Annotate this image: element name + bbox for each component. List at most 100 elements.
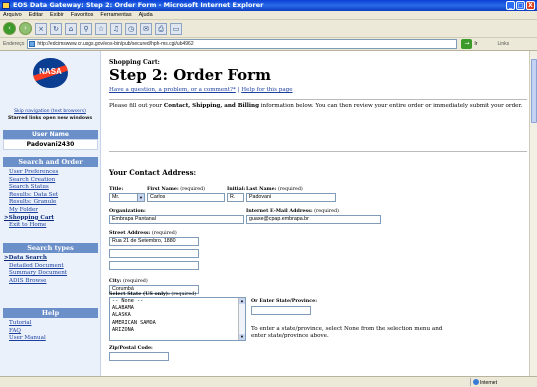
status-bar: Internet (0, 376, 537, 387)
first-name-label: First Name: (required) (147, 186, 205, 192)
status-zone: Internet (470, 378, 530, 386)
state-option[interactable]: ALASKA (112, 312, 245, 319)
first-name-field[interactable]: Carlos (147, 193, 225, 202)
page-icon (29, 41, 36, 47)
province-field[interactable] (251, 306, 311, 315)
state-option[interactable]: AMERICAN SAMOA (112, 320, 245, 327)
scrollbar-thumb[interactable] (531, 59, 537, 123)
go-button-label[interactable]: Ir (474, 41, 477, 47)
stop-icon[interactable]: × (35, 22, 47, 35)
street-line-3-field[interactable] (109, 261, 199, 270)
organization-label: Organization: (109, 208, 146, 214)
title-label-text: Title: (109, 186, 124, 192)
refresh-icon[interactable]: ↻ (50, 22, 62, 35)
menu-exibir[interactable]: Exibir (50, 11, 64, 19)
folder-icon[interactable]: ▭ (170, 22, 182, 35)
user-name-value: Padovani2430 (3, 139, 98, 150)
links-label[interactable]: Links (497, 41, 509, 47)
intro-text: Please fill out your Contact, Shipping, … (109, 103, 527, 110)
first-name-required: (required) (180, 187, 206, 192)
favorites-star-icon[interactable]: ☆ (95, 22, 107, 35)
go-arrow-icon[interactable]: → (461, 39, 473, 49)
window-title: EOS Data Gateway: Step 2: Order Form - M… (13, 1, 264, 9)
intro-post: information below. You can then review y… (258, 103, 523, 109)
province-note: To enter a state/province, select None f… (251, 326, 443, 340)
state-option[interactable]: ARIZONA (112, 327, 245, 334)
initial-label-text: Initial: (227, 186, 246, 192)
maximize-button[interactable]: □ (516, 1, 525, 10)
history-icon[interactable]: ◷ (125, 22, 137, 35)
street-line-2-field[interactable] (109, 249, 199, 258)
nav-my-folder[interactable]: My Folder (9, 207, 99, 215)
nav-detailed-document[interactable]: Detailed Document (9, 263, 99, 271)
last-name-required: (required) (278, 187, 303, 192)
organization-field[interactable]: Embrapa Pantanal (109, 215, 244, 224)
state-listbox[interactable]: -- None -- ALABAMA ALASKA AMERICAN SAMOA… (109, 297, 246, 341)
chevron-down-icon[interactable]: ▼ (137, 194, 144, 201)
skip-navigation-link[interactable]: Skip navigation (text browsers) (3, 109, 97, 115)
nav-summary-document[interactable]: Summary Document (9, 270, 99, 278)
zip-field[interactable] (109, 352, 169, 361)
nav-results-data-set[interactable]: Results: Data Set (9, 192, 99, 200)
listbox-scrollbar[interactable]: ▲ ▼ (238, 298, 245, 340)
nav-faq[interactable]: FAQ (9, 328, 99, 336)
page-scrollbar[interactable] (529, 51, 537, 376)
minimize-button[interactable]: _ (506, 1, 515, 10)
nav-tutorial[interactable]: Tutorial (9, 320, 99, 328)
window-controls: _ □ X (506, 1, 535, 10)
email-label: Internet E-Mail Address: (required) (246, 208, 339, 214)
window-title-bar: EOS Data Gateway: Step 2: Order Form - M… (0, 0, 537, 11)
main-content: Shopping Cart: Step 2: Order Form Have a… (109, 51, 529, 376)
url-text: http://edcimswww.cr.usgs.gov/eos-bin/pub… (37, 41, 194, 47)
intro-pre: Please fill out your (109, 103, 164, 109)
menu-ajuda[interactable]: Ajuda (139, 11, 153, 19)
page-viewport: NASA Skip navigation (text browsers) Sta… (0, 51, 529, 376)
nasa-logo: NASA (33, 58, 68, 88)
url-field[interactable]: http://edcimswww.cr.usgs.gov/eos-bin/pub… (27, 39, 458, 49)
state-option[interactable]: -- None -- (112, 298, 245, 305)
last-name-field[interactable]: Padovani (246, 193, 336, 202)
sidebar: NASA Skip navigation (text browsers) Sta… (0, 51, 101, 376)
state-option[interactable]: ALABAMA (112, 305, 245, 312)
initial-label: Initial: (227, 186, 245, 192)
email-field[interactable]: guaxe@cpap.embrapa.br (246, 215, 381, 224)
street-required: (required) (151, 231, 177, 236)
menu-ferramentas[interactable]: Ferramentas (100, 11, 131, 19)
search-types-nav: >Data Search Detailed Document Summary D… (4, 255, 99, 286)
nav-user-preferences[interactable]: User Preferences (9, 169, 99, 177)
menu-arquivo[interactable]: Arquivo (3, 11, 22, 19)
menu-editar[interactable]: Editar (29, 11, 43, 19)
last-name-label-text: Last Name: (246, 186, 277, 192)
close-button[interactable]: X (526, 1, 535, 10)
question-link[interactable]: Have a question, a problem, or a comment… (109, 87, 236, 93)
street-line-1-field[interactable]: Rua 21 de Setembro, 1880 (109, 237, 199, 246)
print-icon[interactable]: ⎙ (155, 22, 167, 35)
nav-exit-to-home[interactable]: Exit to Home (9, 222, 99, 230)
initial-field[interactable]: R. (227, 193, 244, 202)
nav-search-creation[interactable]: Search Creation (9, 177, 99, 185)
menu-favoritos[interactable]: Favoritos (71, 11, 94, 19)
forward-arrow-icon[interactable]: › (19, 22, 32, 35)
search-icon[interactable]: ⚲ (80, 22, 92, 35)
breadcrumb: Shopping Cart: (109, 59, 160, 66)
nav-search-status[interactable]: Search Status (9, 184, 99, 192)
scroll-down-icon[interactable]: ▼ (239, 334, 245, 340)
email-label-text: Internet E-Mail Address: (246, 208, 313, 214)
media-icon[interactable]: ♫ (110, 22, 122, 35)
nav-shopping-cart[interactable]: >Shopping Cart (4, 215, 99, 223)
home-icon[interactable]: ⌂ (65, 22, 77, 35)
city-label-text: City: (109, 278, 122, 284)
nav-results-granule[interactable]: Results: Granule (9, 199, 99, 207)
globe-icon (473, 379, 479, 385)
nav-user-manual[interactable]: User Manual (9, 335, 99, 343)
nav-data-search[interactable]: >Data Search (4, 255, 99, 263)
nav-adis-browse[interactable]: ADIS Browse (9, 278, 99, 286)
divider (109, 151, 527, 152)
title-select[interactable]: Mr. ▼ (109, 193, 145, 202)
scroll-up-icon[interactable]: ▲ (239, 298, 245, 304)
divider (109, 99, 527, 100)
back-arrow-icon[interactable]: ‹ (3, 22, 16, 35)
help-page-link[interactable]: Help for this page (241, 87, 292, 93)
mail-icon[interactable]: ✉ (140, 22, 152, 35)
search-types-header: Search types (3, 243, 98, 253)
